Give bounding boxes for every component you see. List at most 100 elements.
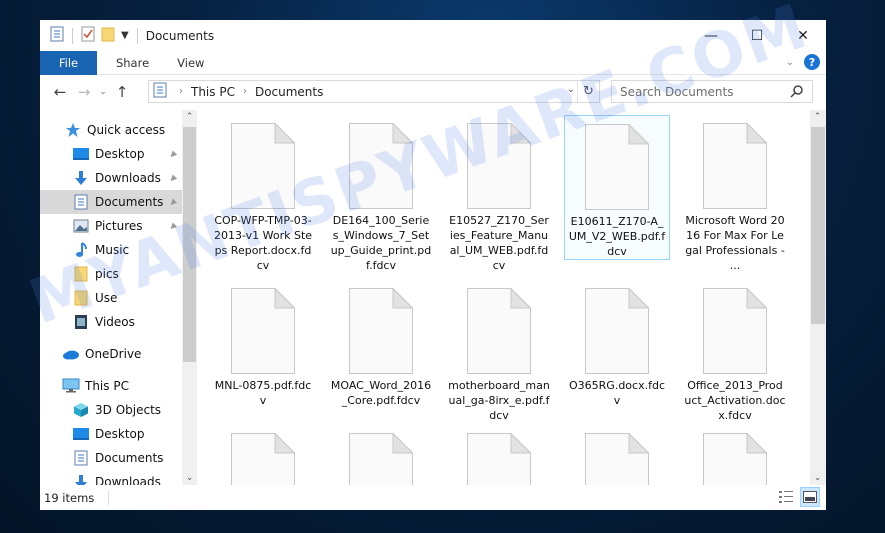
- navigation-pane: Quick access Desktop ▼ Downloads ▼ Documents ▼…: [40, 110, 182, 485]
- address-bar[interactable]: › This PC › Documents ⌄ ↻: [148, 80, 600, 103]
- sidebar-item-this-pc[interactable]: This PC: [40, 374, 182, 398]
- file-document-icon: [231, 122, 296, 209]
- file-list-scrollbar[interactable]: ⌃ ⌄: [810, 110, 826, 485]
- sidebar-item-quick-access[interactable]: Quick access: [40, 118, 182, 142]
- title-bar: ▼ Documents — ☐ ✕: [40, 20, 826, 51]
- scroll-up-icon[interactable]: ⌃: [810, 112, 825, 122]
- file-document-icon: [703, 432, 768, 485]
- file-item[interactable]: DE164_100_Series_Windows_7_Setup_Guide_p…: [328, 115, 434, 273]
- customize-qat-icon[interactable]: ▼: [121, 30, 129, 41]
- file-item[interactable]: [210, 425, 316, 485]
- recent-locations-button[interactable]: ⌄: [96, 87, 110, 97]
- sidebar-item-pics[interactable]: pics: [40, 262, 182, 286]
- scroll-up-icon[interactable]: ⌃: [182, 112, 197, 122]
- documents-icon: [72, 194, 90, 210]
- file-name: MNL-0875.pdf.fdcv: [214, 379, 312, 407]
- up-button[interactable]: ↑: [110, 83, 134, 101]
- file-name: motherboard_manual_ga-8irx_e.pdf.fdcv: [448, 379, 550, 422]
- checklist-icon[interactable]: [81, 26, 95, 45]
- file-item[interactable]: E10527_Z170_Series_Feature_Manual_UM_WEB…: [446, 115, 552, 273]
- file-item[interactable]: Microsoft Word 2016 For Max For Legal Pr…: [682, 115, 788, 273]
- sidebar-item-downloads[interactable]: Downloads ▼: [40, 166, 182, 190]
- folder-icon: [72, 290, 90, 306]
- sidebar-item-use[interactable]: Use: [40, 286, 182, 310]
- star-icon: [64, 122, 82, 138]
- file-item[interactable]: [564, 425, 670, 485]
- download-icon: [72, 474, 90, 485]
- sidebar-item-label: Quick access: [87, 123, 166, 137]
- scroll-down-icon[interactable]: ⌄: [810, 473, 825, 483]
- tab-file[interactable]: File: [40, 50, 97, 75]
- scrollbar-thumb[interactable]: [811, 127, 825, 324]
- file-item[interactable]: motherboard_manual_ga-8irx_e.pdf.fdcv: [446, 280, 552, 423]
- sidebar-item-onedrive[interactable]: OneDrive: [40, 342, 182, 366]
- file-document-icon: [231, 287, 296, 374]
- sidebar-item-label: Desktop: [95, 147, 145, 161]
- minimize-button[interactable]: —: [688, 20, 734, 51]
- sidebar-item-desktop[interactable]: Desktop: [40, 422, 182, 446]
- details-view-icon: [779, 491, 793, 503]
- file-document-icon: [585, 432, 650, 485]
- file-item[interactable]: COP-WFP-TMP-03-2013-v1 Work Steps Report…: [210, 115, 316, 273]
- sidebar-item-desktop[interactable]: Desktop ▼: [40, 142, 182, 166]
- sidebar-item-downloads[interactable]: Downloads: [40, 470, 182, 485]
- file-name: MOAC_Word_2016_Core.pdf.fdcv: [330, 379, 432, 407]
- file-document-icon: [585, 123, 650, 210]
- forward-button[interactable]: →: [72, 83, 96, 101]
- status-bar: 19 items: [40, 485, 826, 510]
- quick-access-toolbar: ▼: [40, 26, 140, 45]
- file-document-icon: [467, 287, 532, 374]
- address-dropdown-icon[interactable]: ⌄: [567, 84, 575, 95]
- search-input[interactable]: Search Documents: [611, 80, 813, 103]
- breadcrumb-documents[interactable]: Documents: [255, 85, 323, 99]
- refresh-button[interactable]: ↻: [577, 81, 599, 102]
- tab-share[interactable]: Share: [102, 51, 163, 75]
- search-placeholder: Search Documents: [620, 84, 734, 99]
- properties-icon[interactable]: [50, 26, 64, 45]
- onedrive-icon: [62, 346, 80, 362]
- window-title: Documents: [145, 28, 215, 43]
- new-folder-icon[interactable]: [101, 26, 115, 45]
- scrollbar-thumb[interactable]: [183, 127, 196, 362]
- sidebar-item-3d-objects[interactable]: 3D Objects: [40, 398, 182, 422]
- file-item[interactable]: Office_2013_Product_Activation.docx.fdcv: [682, 280, 788, 423]
- sidebar-item-label: Music: [95, 243, 130, 257]
- breadcrumb-this-pc[interactable]: This PC: [191, 85, 235, 99]
- file-item[interactable]: MNL-0875.pdf.fdcv: [210, 280, 316, 408]
- sidebar-item-music[interactable]: Music: [40, 238, 182, 262]
- file-item[interactable]: MOAC_Word_2016_Core.pdf.fdcv: [328, 280, 434, 408]
- sidebar-item-pictures[interactable]: Pictures ▼: [40, 214, 182, 238]
- file-document-icon: [703, 122, 768, 209]
- sidebar-item-label: Documents: [95, 195, 164, 209]
- large-icons-view-button[interactable]: [800, 487, 820, 507]
- file-item[interactable]: E10611_Z170-A_UM_V2_WEB.pdf.fdcv: [564, 115, 670, 260]
- sidebar-item-videos[interactable]: Videos: [40, 310, 182, 334]
- ribbon-tabs: File Home Share View ⌄ ?: [40, 50, 826, 75]
- back-button[interactable]: ←: [48, 83, 72, 101]
- help-icon[interactable]: ?: [804, 54, 820, 70]
- file-document-icon: [585, 287, 650, 374]
- file-item[interactable]: [682, 425, 788, 485]
- scroll-down-icon[interactable]: ⌄: [182, 473, 197, 483]
- expand-ribbon-icon[interactable]: ⌄: [786, 57, 794, 68]
- sidebar-item-label: This PC: [85, 379, 129, 393]
- file-item[interactable]: [328, 425, 434, 485]
- tab-view[interactable]: View: [163, 51, 218, 75]
- large-icons-view-icon: [803, 491, 817, 503]
- details-view-button[interactable]: [776, 487, 796, 507]
- item-count: 19 items: [44, 490, 95, 505]
- search-icon[interactable]: [790, 84, 804, 101]
- file-name: Office_2013_Product_Activation.docx.fdcv: [684, 379, 786, 422]
- file-document-icon: [467, 432, 532, 485]
- sidebar-item-label: Downloads: [95, 171, 161, 185]
- file-item[interactable]: O365RG.docx.fdcv: [564, 280, 670, 408]
- sidebar-item-label: Downloads: [95, 475, 161, 485]
- navigation-pane-scrollbar[interactable]: ⌃ ⌄: [182, 110, 197, 485]
- file-name: E10527_Z170_Series_Feature_Manual_UM_WEB…: [449, 214, 549, 272]
- music-icon: [72, 242, 90, 258]
- sidebar-item-documents[interactable]: Documents ▼: [40, 190, 182, 214]
- maximize-button[interactable]: ☐: [734, 20, 780, 51]
- sidebar-item-documents[interactable]: Documents: [40, 446, 182, 470]
- close-button[interactable]: ✕: [780, 20, 826, 51]
- file-item[interactable]: [446, 425, 552, 485]
